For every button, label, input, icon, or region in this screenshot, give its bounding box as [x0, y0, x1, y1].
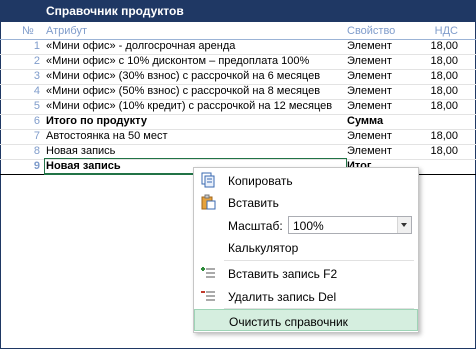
- vat-cell[interactable]: 18,00: [430, 55, 458, 67]
- table-row[interactable]: 6 Итого по продукту Сумма: [0, 114, 476, 130]
- context-menu: Копировать Вставить Масштаб: 100% Кальку…: [193, 167, 419, 333]
- menu-item-scale: Масштаб: 100%: [194, 214, 418, 236]
- row-number: 4: [33, 85, 40, 97]
- page-title: Справочник продуктов: [46, 4, 184, 18]
- attr-cell[interactable]: «Мини офис» (10% кредит) с рассрочкой на…: [46, 100, 332, 112]
- table-row[interactable]: 7 Автостоянка на 50 мест Элемент 18,00: [0, 129, 476, 145]
- prop-cell[interactable]: Элемент: [347, 40, 392, 52]
- row-number: 2: [33, 55, 40, 67]
- col-attr-header: Атрибут: [46, 25, 87, 37]
- menu-label: Калькулятор: [228, 241, 299, 255]
- vat-cell[interactable]: 18,00: [430, 85, 458, 97]
- col-prop-header: Свойство: [347, 25, 396, 37]
- menu-label: Очистить справочник: [229, 315, 348, 329]
- vat-cell[interactable]: 18,00: [430, 40, 458, 52]
- chevron-down-icon[interactable]: [397, 217, 411, 233]
- menu-item-calculator[interactable]: Калькулятор: [194, 236, 418, 258]
- copy-icon: [201, 172, 215, 188]
- menu-item-clear[interactable]: Очистить справочник: [194, 309, 418, 331]
- scale-dropdown[interactable]: 100%: [288, 216, 412, 234]
- prop-cell[interactable]: Элемент: [347, 70, 392, 82]
- table-row[interactable]: 3 «Мини офис» (30% взнос) с рассрочкой н…: [0, 69, 476, 85]
- vat-cell[interactable]: 18,00: [430, 100, 458, 112]
- paste-icon: [201, 194, 216, 210]
- attr-cell[interactable]: «Мини офис» (50% взнос) с рассрочкой на …: [46, 85, 320, 97]
- attr-cell[interactable]: «Мини офис» с 10% дисконтом – предоплата…: [46, 55, 309, 67]
- delete-row-icon: [201, 291, 215, 301]
- attr-cell[interactable]: Итого по продукту: [46, 115, 147, 127]
- table-header: № Атрибут Свойство НДС: [0, 22, 476, 40]
- vat-cell[interactable]: 18,00: [430, 130, 458, 142]
- menu-item-delete-record[interactable]: Удалить запись Del: [194, 285, 418, 307]
- attr-cell[interactable]: «Мини офис» - долгосрочная аренда: [46, 40, 235, 52]
- prop-cell[interactable]: Элемент: [347, 85, 392, 97]
- attr-cell[interactable]: Автостоянка на 50 мест: [46, 130, 168, 142]
- menu-separator: [224, 260, 414, 261]
- attr-cell[interactable]: «Мини офис» (30% взнос) с рассрочкой на …: [46, 70, 320, 82]
- menu-label: Копировать: [228, 174, 293, 188]
- col-vat-header: НДС: [434, 25, 458, 37]
- row-number: 6: [33, 115, 40, 127]
- row-number: 3: [33, 70, 40, 82]
- menu-label: Удалить запись Del: [228, 290, 337, 304]
- scale-label: Масштаб:: [228, 219, 283, 233]
- title-bar: Справочник продуктов: [0, 0, 476, 22]
- menu-item-paste[interactable]: Вставить: [194, 191, 418, 213]
- table-row[interactable]: 5 «Мини офис» (10% кредит) с рассрочкой …: [0, 99, 476, 115]
- row-number: 8: [33, 145, 40, 157]
- vat-cell[interactable]: 18,00: [430, 70, 458, 82]
- attr-cell[interactable]: Новая запись: [46, 145, 115, 157]
- menu-label: Вставить: [228, 196, 279, 210]
- prop-cell[interactable]: Сумма: [347, 115, 383, 127]
- row-number: 5: [33, 100, 40, 112]
- menu-item-copy[interactable]: Копировать: [194, 169, 418, 191]
- row-number: 1: [33, 40, 40, 52]
- insert-row-icon: [201, 267, 215, 278]
- table-row[interactable]: 4 «Мини офис» (50% взнос) с рассрочкой н…: [0, 84, 476, 100]
- col-num-header: №: [22, 25, 34, 37]
- table-row[interactable]: 1 «Мини офис» - долгосрочная аренда Элем…: [0, 39, 476, 55]
- row-number: 7: [33, 130, 40, 142]
- table-row[interactable]: 2 «Мини офис» с 10% дисконтом – предопла…: [0, 54, 476, 70]
- menu-label: Вставить запись F2: [228, 267, 338, 281]
- prop-cell[interactable]: Элемент: [347, 145, 392, 157]
- menu-item-insert-record[interactable]: Вставить запись F2: [194, 262, 418, 284]
- vat-cell[interactable]: 18,00: [430, 145, 458, 157]
- prop-cell[interactable]: Элемент: [347, 100, 392, 112]
- scale-value: 100%: [293, 219, 324, 233]
- prop-cell[interactable]: Элемент: [347, 55, 392, 67]
- prop-cell[interactable]: Элемент: [347, 130, 392, 142]
- row-number: 9: [33, 160, 40, 172]
